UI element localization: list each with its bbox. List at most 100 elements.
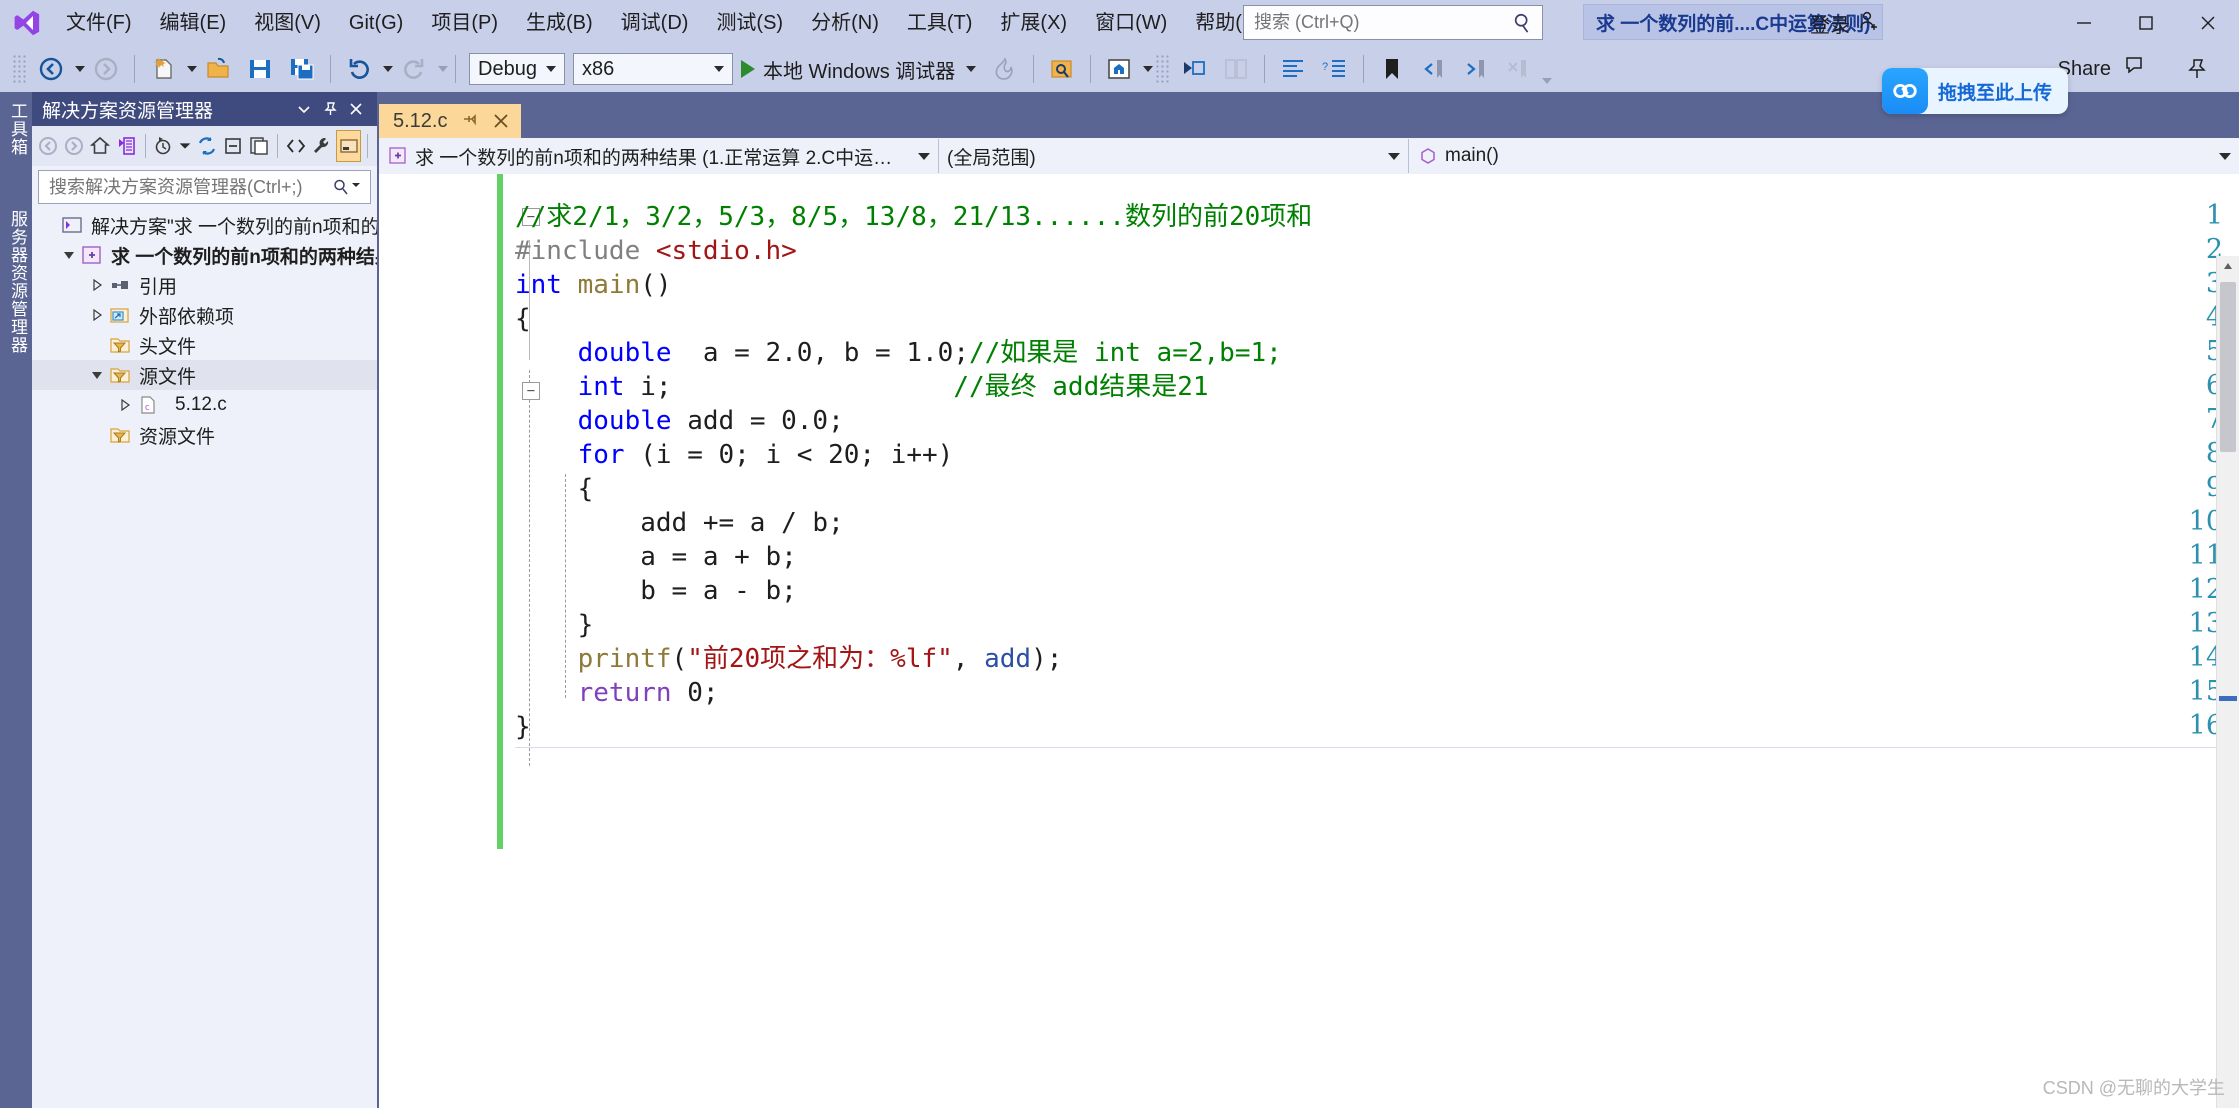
collapse-all-icon[interactable]: [220, 130, 245, 162]
next-bookmark-icon[interactable]: [1455, 50, 1497, 88]
code-view-icon[interactable]: [284, 130, 309, 162]
toolbar-overflow-icon[interactable]: [1542, 78, 1553, 84]
menu-tools[interactable]: 工具(T): [893, 0, 987, 46]
compare-icon[interactable]: [1215, 50, 1257, 88]
solution-search-input[interactable]: [47, 175, 332, 199]
navbar-project-combo[interactable]: 求 一个数列的前n项和的两种结果 (1.正常运算 2.C中运算法则: [379, 139, 939, 173]
sign-in-button[interactable]: 登录: [1810, 4, 1881, 42]
solution-explorer-search[interactable]: [38, 170, 371, 204]
window-layout-dropdown-icon[interactable]: [1143, 66, 1154, 72]
code-line-3: int main(): [515, 270, 672, 300]
preview-selected-items-icon[interactable]: [335, 130, 362, 162]
step-into-icon[interactable]: [1173, 50, 1215, 88]
new-file-icon[interactable]: [142, 50, 184, 88]
navbar-member-combo[interactable]: main(): [1409, 139, 2239, 173]
pending-changes-filter-icon[interactable]: [152, 130, 177, 162]
tree-item-solution[interactable]: 解决方案"求 一个数列的前n项和的两种结果 (1.正常运算: [32, 210, 377, 240]
maximize-restore-button[interactable]: [2115, 0, 2177, 46]
undo-dropdown-icon[interactable]: [383, 66, 393, 72]
tree-item-file-5-12-c[interactable]: c 5.12.c: [32, 390, 377, 420]
solution-platform-combo[interactable]: x86: [573, 53, 733, 85]
new-file-dropdown-icon[interactable]: [187, 66, 197, 72]
menu-build[interactable]: 生成(B): [512, 0, 607, 46]
show-all-files-icon[interactable]: [246, 130, 271, 162]
start-debugging-button[interactable]: 本地 Windows 调试器: [733, 50, 984, 88]
clear-bookmarks-icon[interactable]: [1497, 50, 1539, 88]
solution-configuration-combo[interactable]: Debug: [469, 53, 565, 85]
tree-item-header-files[interactable]: 头文件: [32, 330, 377, 360]
window-layout-icon[interactable]: [1098, 50, 1140, 88]
tree-twisty-expanded[interactable]: [58, 240, 80, 270]
navbar-scope-combo[interactable]: (全局范围): [939, 139, 1409, 173]
search-input[interactable]: [1252, 11, 1512, 34]
open-file-icon[interactable]: [197, 50, 239, 88]
quick-launch-search[interactable]: [1243, 5, 1543, 40]
back-icon[interactable]: [36, 130, 61, 162]
navbar-scope-label: (全局范围): [947, 147, 1036, 169]
filter-dropdown-icon[interactable]: [177, 130, 193, 162]
menu-window[interactable]: 窗口(W): [1081, 0, 1181, 46]
close-tab-icon[interactable]: [491, 111, 511, 131]
hot-reload-icon[interactable]: [984, 50, 1026, 88]
tree-item-project[interactable]: 求 一个数列的前n项和的两种结果 (1.正常运算 2.C: [32, 240, 377, 270]
navigate-forward-icon[interactable]: [85, 50, 127, 88]
navigate-back-dropdown-icon[interactable]: [75, 66, 85, 72]
tree-twisty-collapsed[interactable]: [114, 390, 136, 420]
pin-toolbar-icon[interactable]: [2175, 46, 2219, 92]
tree-twisty-expanded[interactable]: [86, 360, 108, 390]
search-options-icon[interactable]: [350, 178, 362, 196]
undo-icon[interactable]: [338, 50, 380, 88]
menu-file[interactable]: 文件(F): [52, 0, 146, 46]
toolbar-grip[interactable]: [1155, 54, 1170, 84]
indent-icon[interactable]: [1272, 50, 1314, 88]
menu-project[interactable]: 项目(P): [417, 0, 512, 46]
document-tab-5-12-c[interactable]: 5.12.c: [379, 104, 522, 138]
redo-icon[interactable]: [393, 50, 435, 88]
code-editor[interactable]: − − 1 2 3 4 5 6 7 8 9 10 11 12 13 14 15 …: [379, 174, 2239, 1108]
refresh-icon[interactable]: [194, 130, 219, 162]
editor-vertical-scrollbar[interactable]: [2216, 256, 2239, 1108]
navigate-back-icon[interactable]: [30, 50, 72, 88]
menu-debug[interactable]: 调试(D): [607, 0, 703, 46]
forward-icon[interactable]: [62, 130, 87, 162]
tree-twisty-collapsed[interactable]: [86, 300, 108, 330]
toolbar-separator: [367, 134, 368, 158]
panel-dropdown-icon[interactable]: [293, 95, 315, 123]
home-icon[interactable]: [88, 130, 113, 162]
save-icon[interactable]: [239, 50, 281, 88]
share-control[interactable]: Share: [2058, 46, 2147, 92]
tree-item-references[interactable]: 引用: [32, 270, 377, 300]
chevron-down-icon[interactable]: [966, 66, 977, 72]
close-button[interactable]: [2177, 0, 2239, 46]
panel-close-icon[interactable]: [345, 95, 367, 123]
sidebar-item-toolbox[interactable]: 工具箱: [2, 102, 30, 156]
menu-edit[interactable]: 编辑(E): [146, 0, 241, 46]
menu-view[interactable]: 视图(V): [240, 0, 335, 46]
pin-tab-icon[interactable]: [459, 111, 479, 131]
tree-item-external-dependencies[interactable]: 外部依赖项: [32, 300, 377, 330]
outdent-icon[interactable]: ?: [1314, 50, 1356, 88]
find-in-files-icon[interactable]: [1041, 50, 1083, 88]
menu-analyze[interactable]: 分析(N): [797, 0, 893, 46]
sync-with-active-document-icon[interactable]: [114, 130, 139, 162]
tree-twisty-collapsed[interactable]: [86, 270, 108, 300]
save-all-icon[interactable]: [281, 50, 323, 88]
toolbar-grip[interactable]: [12, 54, 26, 84]
minimize-button[interactable]: [2053, 0, 2115, 46]
scroll-up-icon[interactable]: [2217, 256, 2239, 276]
menu-git[interactable]: Git(G): [335, 0, 417, 46]
upload-overlay-chip[interactable]: 拖拽至此上传: [1882, 68, 2069, 114]
sidebar-item-server-explorer[interactable]: 服务器资源管理器: [2, 210, 30, 354]
menu-extensions[interactable]: 扩展(X): [986, 0, 1081, 46]
panel-pin-icon[interactable]: [319, 95, 341, 123]
redo-dropdown-icon[interactable]: [438, 66, 448, 72]
tree-item-source-files[interactable]: 源文件: [32, 360, 377, 390]
scrollbar-thumb[interactable]: [2220, 282, 2236, 452]
menu-test[interactable]: 测试(S): [702, 0, 797, 46]
previous-bookmark-icon[interactable]: [1413, 50, 1455, 88]
tree-item-resource-files[interactable]: 资源文件: [32, 420, 377, 450]
properties-icon[interactable]: [310, 130, 335, 162]
bookmark-icon[interactable]: [1371, 50, 1413, 88]
share-feedback-icon[interactable]: [2121, 54, 2147, 85]
